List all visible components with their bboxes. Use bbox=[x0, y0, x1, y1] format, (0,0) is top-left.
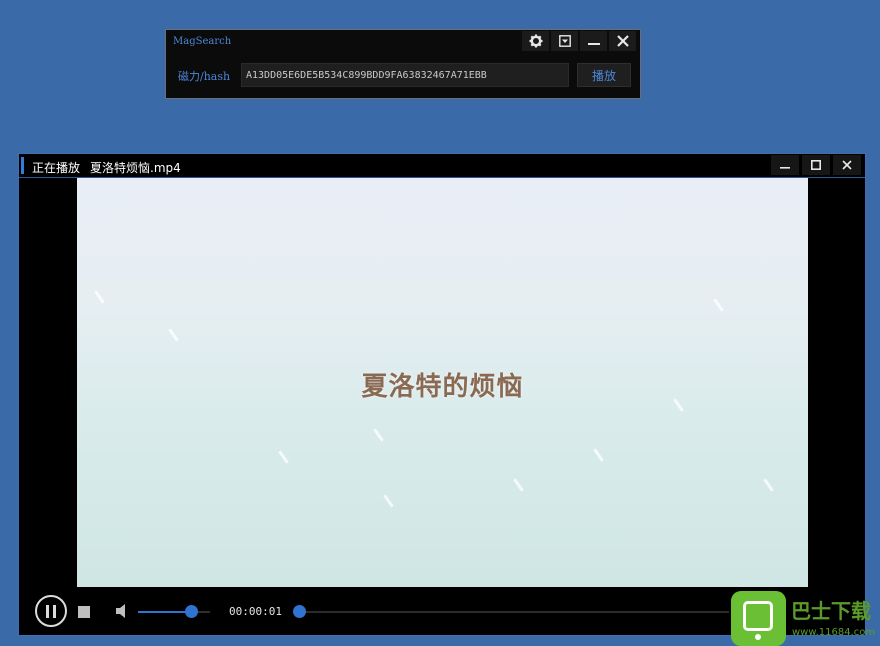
magsearch-minimize-button[interactable] bbox=[580, 31, 607, 51]
video-speck bbox=[763, 478, 774, 492]
magsearch-title: MagSearch bbox=[173, 36, 232, 47]
magsearch-window-controls bbox=[520, 31, 636, 51]
volume-icon[interactable] bbox=[115, 603, 131, 619]
minimize-icon bbox=[780, 167, 790, 169]
pause-icon bbox=[44, 604, 58, 618]
magsearch-close-button[interactable] bbox=[609, 31, 636, 51]
seek-bar[interactable] bbox=[293, 605, 729, 618]
video-speck bbox=[713, 298, 724, 312]
watermark: 巴士下载 www.11684.com bbox=[731, 591, 880, 646]
player-title-bar: 正在播放 夏洛特烦恼.mp4 bbox=[19, 154, 865, 178]
video-speck bbox=[168, 328, 179, 342]
watermark-name: 巴士下载 bbox=[791, 599, 871, 623]
magsearch-window: MagSearch 磁力/hash A13DD05E6DE5B534C899BD… bbox=[165, 29, 641, 99]
video-speck bbox=[593, 448, 604, 462]
minimize-icon bbox=[587, 43, 600, 45]
now-playing: 正在播放 夏洛特烦恼.mp4 bbox=[32, 159, 191, 176]
watermark-logo bbox=[731, 591, 786, 646]
hash-input[interactable] bbox=[241, 63, 569, 87]
menu-button[interactable] bbox=[551, 31, 578, 51]
maximize-icon bbox=[811, 160, 821, 170]
video-speck bbox=[373, 428, 384, 442]
player-close-button[interactable] bbox=[833, 155, 861, 175]
player-maximize-button[interactable] bbox=[802, 155, 830, 175]
video-caption: 夏洛特的烦恼 bbox=[361, 372, 524, 402]
video-speck bbox=[513, 478, 524, 492]
player-window: 正在播放 夏洛特烦恼.mp4 夏洛特的烦恼 00:00:01 bbox=[18, 153, 866, 636]
watermark-url: www.11684.com bbox=[792, 627, 876, 638]
playing-filename: 夏洛特烦恼.mp4 bbox=[90, 161, 181, 175]
video-speck bbox=[383, 494, 394, 508]
elapsed-time: 00:00:01 bbox=[229, 605, 282, 618]
player-window-controls bbox=[768, 155, 861, 175]
stop-button[interactable] bbox=[78, 606, 90, 618]
volume-fill bbox=[138, 611, 192, 613]
video-speck bbox=[94, 290, 105, 304]
volume-knob[interactable] bbox=[185, 605, 198, 618]
video-frame[interactable]: 夏洛特的烦恼 bbox=[77, 178, 808, 588]
play-button[interactable]: 播放 bbox=[577, 63, 631, 87]
player-minimize-button[interactable] bbox=[771, 155, 799, 175]
pause-button[interactable] bbox=[35, 595, 67, 627]
volume-slider[interactable] bbox=[138, 605, 210, 618]
gear-icon bbox=[529, 34, 542, 48]
video-speck bbox=[278, 450, 289, 464]
hash-label: 磁力/hash bbox=[178, 70, 231, 83]
close-icon bbox=[842, 160, 852, 170]
dropdown-icon bbox=[558, 35, 571, 47]
title-accent-bar bbox=[21, 157, 24, 174]
seek-knob[interactable] bbox=[293, 605, 306, 618]
playing-status: 正在播放 bbox=[32, 161, 81, 175]
settings-button[interactable] bbox=[522, 31, 549, 51]
close-icon bbox=[616, 35, 629, 47]
